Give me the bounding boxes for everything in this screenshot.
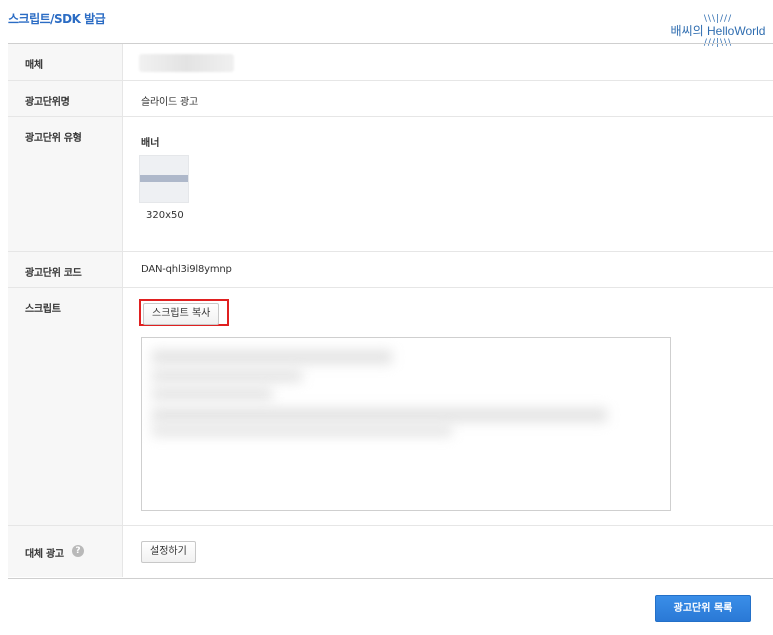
watermark-text: 배씨의 HelloWorld <box>670 24 766 38</box>
unit-code-value: DAN-qhl3i9l8ymnp <box>141 264 232 275</box>
unit-name-value: 슬라이드 광고 <box>141 97 198 108</box>
copy-script-button[interactable]: 스크립트 복사 <box>143 303 220 325</box>
script-label: 스크립트 <box>25 304 61 315</box>
page-title: 스크립트/SDK 발급 <box>8 12 106 26</box>
media-value-redacted <box>139 54 234 72</box>
unit-code-label: 광고단위 코드 <box>25 268 82 279</box>
row-unit-name: 광고단위명 슬라이드 광고 <box>8 81 773 117</box>
watermark-rays-icon: \\\|/// <box>703 14 733 24</box>
banner-bar <box>140 175 188 182</box>
ad-unit-list-button[interactable]: 광고단위 목록 <box>655 595 751 622</box>
banner-type-name: 배너 <box>141 138 160 149</box>
banner-size: 320x50 <box>146 210 184 221</box>
media-label: 매체 <box>25 60 43 71</box>
row-unit-code: 광고단위 코드 DAN-qhl3i9l8ymnp <box>8 252 773 288</box>
row-unit-type: 광고단위 유형 배너 320x50 <box>8 117 773 252</box>
unit-name-label: 광고단위명 <box>25 97 70 108</box>
unit-type-label: 광고단위 유형 <box>25 133 82 144</box>
banner-thumbnail[interactable] <box>139 155 189 203</box>
help-icon[interactable]: ? <box>72 545 84 557</box>
ad-unit-info-table: 매체 광고단위명 슬라이드 광고 광고단위 유형 배너 320x50 광고단위 … <box>8 43 773 579</box>
row-media: 매체 <box>8 44 773 81</box>
fallback-label: 대체 광고 <box>25 549 64 560</box>
setup-fallback-button[interactable]: 설정하기 <box>141 541 196 563</box>
row-fallback-ad: 대체 광고 ? 설정하기 <box>8 526 773 577</box>
row-script: 스크립트 스크립트 복사 <box>8 288 773 526</box>
script-code-area[interactable] <box>141 337 671 511</box>
